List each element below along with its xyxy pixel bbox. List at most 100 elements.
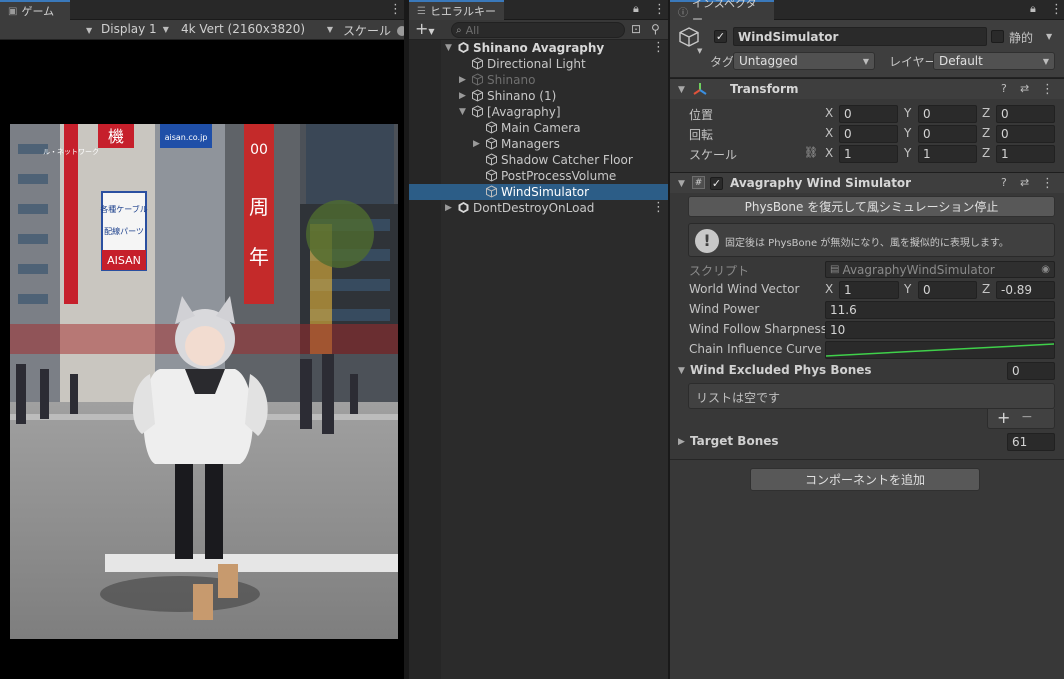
hierarchy-item[interactable]: ▶ Shinano (1) [409,88,668,104]
expand-arrow-down-icon[interactable]: ▼ [445,43,452,53]
expand-arrow-right-icon[interactable]: ▶ [473,139,480,149]
object-name-field[interactable]: WindSimulator [733,27,987,46]
hierarchy-item[interactable]: ▶ Managers [409,136,668,152]
lock-icon[interactable]: 🔒︎ [1030,2,1036,16]
wind-sharpness-field[interactable]: 10 [825,321,1055,339]
hierarchy-item[interactable]: ▼ Shinano Avagraphy ⋮ [409,40,668,56]
add-component-button[interactable]: コンポーネントを追加 [750,468,980,491]
tab-hierarchy[interactable]: ☰ ヒエラルキー [409,0,504,20]
help-icon[interactable]: ? [1001,176,1007,189]
hierarchy-item[interactable]: Directional Light [409,56,668,72]
tab-game-label: ゲーム [21,5,55,18]
transform-scale-y-value: 1 [923,147,931,161]
transform-position-x-field[interactable]: 0 [839,105,898,123]
layer-dropdown[interactable]: Default ▼ [933,52,1055,70]
tag-dropdown[interactable]: Untagged ▼ [733,52,875,70]
axis-y-label: Y [904,106,912,120]
hierarchy-item[interactable]: WindSimulator [409,184,668,200]
excluded-bones-count-field[interactable]: 0 [1007,362,1055,380]
game-menu-icon[interactable]: ⋮ [389,2,402,17]
foldout-arrow-icon[interactable]: ▼ [678,366,685,376]
game-viewport[interactable]: 機 aisan.co.jp 各種ケーブル 配線パーツ AISAN ル・ネットワー… [0,40,404,679]
unity-scene-icon [457,201,470,214]
foldout-arrow-icon[interactable]: ▶ [678,437,685,447]
game-tabbar: ▣ ゲーム ⋮ [0,0,404,20]
constrain-proportions-icon[interactable]: ⛓ [804,146,818,159]
chevron-down-icon[interactable]: ▼ [697,47,702,55]
transform-rotation-x-value: 0 [844,127,852,141]
hierarchy-item[interactable]: PostProcessVolume [409,168,668,184]
wind-power-field[interactable]: 11.6 [825,301,1055,319]
tab-game[interactable]: ▣ ゲーム [0,0,70,20]
object-picker-icon[interactable]: ◉ [1041,264,1050,275]
tab-inspector[interactable]: ⓘ インスペクター [670,0,774,26]
gameobject-cube-icon [485,153,498,166]
expand-arrow-right-icon[interactable]: ▶ [445,203,452,213]
game-view-dropdown-icon[interactable]: ▼ [86,26,92,35]
foldout-arrow-icon[interactable]: ▼ [678,179,685,189]
help-icon[interactable]: ? [1001,82,1007,95]
hierarchy-item-label: PostProcessVolume [501,169,617,183]
add-object-button[interactable]: +▼ [415,21,435,40]
active-checkbox[interactable]: ✓ [714,30,727,43]
filter-icon[interactable]: ⚲ [651,22,660,36]
transform-rotation-z-field[interactable]: 0 [996,125,1055,143]
transform-rotation-x-field[interactable]: 0 [839,125,898,143]
gameobject-cube-icon [471,57,484,70]
hierarchy-menu-icon[interactable]: ⋮ [653,2,666,17]
transform-position-z-field[interactable]: 0 [996,105,1055,123]
layer-label: レイヤー [889,55,937,69]
search-placeholder: All [465,23,480,37]
remove-element-button[interactable]: − [1021,409,1033,425]
script-field[interactable]: ▤ AvagraphyWindSimulator ◉ [825,261,1055,278]
hierarchy-item[interactable]: Main Camera [409,120,668,136]
scene-visibility-icon[interactable]: ⊡ [631,22,641,36]
component-menu-icon[interactable]: ⋮ [1041,82,1054,97]
wind-simulator-header[interactable]: ▼ # ✓ Avagraphy Wind Simulator ? ⇄ ⋮ [670,172,1064,193]
chain-curve-field[interactable] [825,341,1055,359]
sign-text: 00 [250,142,268,158]
sign-text: AISAN [107,254,141,267]
search-icon: ⌕ [456,24,462,36]
expand-arrow-right-icon[interactable]: ▶ [459,91,466,101]
foldout-arrow-icon[interactable]: ▼ [678,85,685,95]
inspector-menu-icon[interactable]: ⋮ [1050,2,1063,17]
static-checkbox[interactable] [991,30,1004,43]
transform-scale-y-field[interactable]: 1 [918,145,977,163]
target-bones-count-field[interactable]: 61 [1007,433,1055,451]
lock-icon[interactable]: 🔒︎ [633,2,639,16]
hierarchy-item[interactable]: Shadow Catcher Floor [409,152,668,168]
transform-scale-z-field[interactable]: 1 [996,145,1055,163]
expand-arrow-right-icon[interactable]: ▶ [459,75,466,85]
hierarchy-search-input[interactable]: ⌕ All [451,22,625,38]
display-dropdown[interactable]: Display 1 ▼ [101,22,169,36]
transform-rotation-y-field[interactable]: 0 [918,125,977,143]
scene-menu-icon[interactable]: ⋮ [652,200,665,215]
presets-icon[interactable]: ⇄ [1020,82,1029,95]
component-menu-icon[interactable]: ⋮ [1041,176,1054,191]
expand-arrow-down-icon[interactable]: ▼ [459,107,466,117]
component-enabled-checkbox[interactable]: ✓ [710,177,723,190]
wind-vector-y-field[interactable]: 0 [918,281,977,299]
transform-position-y-field[interactable]: 0 [918,105,977,123]
gameobject-cube-icon [485,169,498,182]
hierarchy-item[interactable]: ▼ [Avagraphy] [409,104,668,120]
transform-scale-x-field[interactable]: 1 [839,145,898,163]
hierarchy-item[interactable]: ▶ Shinano [409,72,668,88]
resolution-dropdown[interactable]: 4k Vert (2160x3820) ▼ [181,22,333,36]
empty-list-text: リストは空です [696,391,781,405]
presets-icon[interactable]: ⇄ [1020,176,1029,189]
hierarchy-tabbar: ☰ ヒエラルキー 🔒︎ ⋮ [409,0,668,20]
add-element-button[interactable]: + [997,408,1010,427]
wind-vector-z-field[interactable]: -0.89 [996,281,1055,299]
scale-slider[interactable]: スケール [343,22,408,39]
layer-value: Default [939,54,983,68]
restore-physbone-stop-button[interactable]: PhysBone を復元して風シミュレーション停止 [688,196,1055,217]
hierarchy-toolbar: +▼ ⌕ All ⊡ ⚲ [409,20,668,40]
hierarchy-item-label: [Avagraphy] [487,105,561,119]
scene-menu-icon[interactable]: ⋮ [652,40,665,55]
static-dropdown-icon[interactable]: ▼ [1046,32,1052,41]
transform-header[interactable]: ▼ Transform ? ⇄ ⋮ [670,78,1064,99]
wind-vector-x-field[interactable]: 1 [839,281,899,299]
hierarchy-item[interactable]: ▶ DontDestroyOnLoad ⋮ [409,200,668,216]
